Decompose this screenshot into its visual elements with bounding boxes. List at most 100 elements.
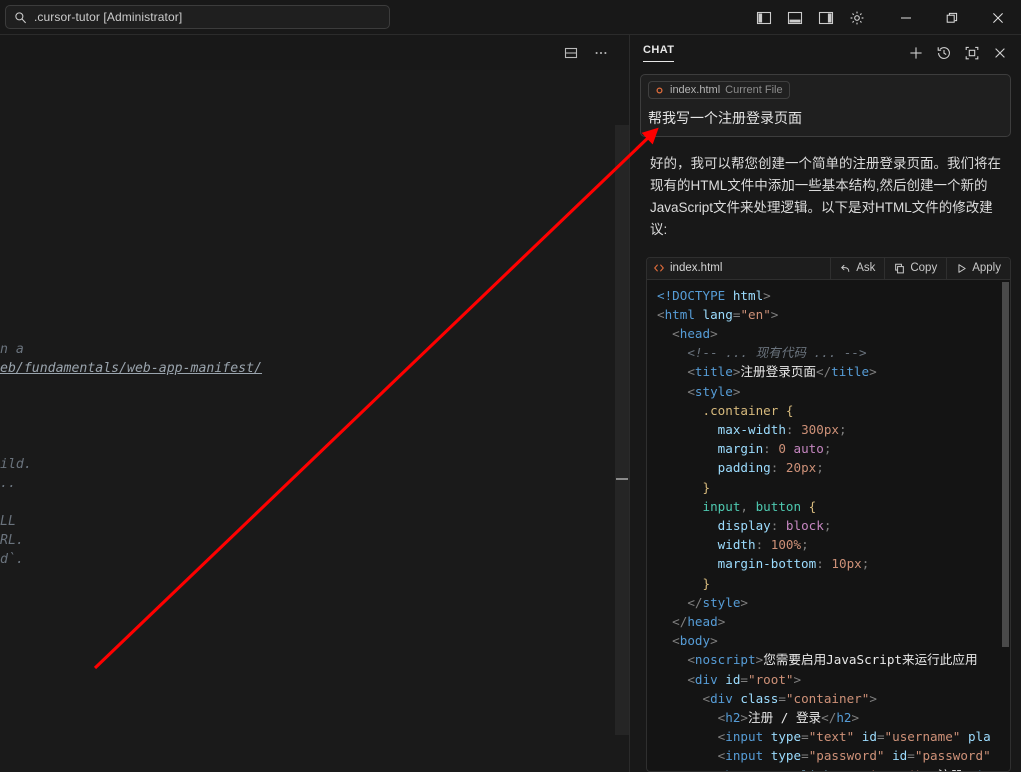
code-token: head [687,614,717,629]
code-token: ; [816,460,824,475]
editor-text-area[interactable]: n aeb/fundamentals/web-app-manifest/ild.… [0,70,629,772]
code-token: 您需要启用JavaScript来运行此应用 [763,652,977,667]
code-line: input, button { [647,497,1010,516]
code-line: width: 100%; [647,535,1010,554]
ask-button[interactable]: Ask [830,258,884,279]
code-token: < [657,710,725,725]
code-line: <noscript>您需要启用JavaScript来运行此应用 [647,650,1010,669]
code-token: ; [839,422,847,437]
ask-icon [840,263,851,274]
chat-input-text[interactable]: 帮我写一个注册登录页面 [648,108,1003,128]
code-token: ; [801,537,809,552]
chat-history-button[interactable] [931,41,957,65]
code-token: <!-- ... 现有代码 ... --> [657,345,867,360]
code-token: > [851,710,859,725]
code-token: h2 [836,710,851,725]
code-lines: <!DOCTYPE html><html lang="en"> <head> <… [647,286,1010,772]
toggle-primary-sidebar-button[interactable] [750,5,778,31]
code-line: <!DOCTYPE html> [647,286,1010,305]
code-token: margin [657,441,763,456]
code-line: <head> [647,324,1010,343]
chat-input-box[interactable]: index.html Current File 帮我写一个注册登录页面 [640,74,1011,137]
code-token: } [657,480,710,495]
apply-button[interactable]: Apply [946,258,1010,279]
code-token: pla [960,729,990,744]
history-icon [936,45,952,61]
code-token: style [703,595,741,610]
code-token: .container [657,403,778,418]
code-token: : [763,441,778,456]
editor-group: n aeb/fundamentals/web-app-manifest/ild.… [0,35,630,772]
code-line: <style> [647,382,1010,401]
close-window-button[interactable] [975,0,1021,35]
code-block-scrollbar[interactable] [1001,280,1010,772]
close-chat-button[interactable] [987,41,1013,65]
toggle-panel-icon [787,10,803,26]
maximize-chat-button[interactable] [959,41,985,65]
minimize-button[interactable] [883,0,929,35]
new-chat-button[interactable] [903,41,929,65]
editor-more-actions-button[interactable] [587,40,615,66]
more-actions-icon [593,45,609,61]
context-file-name: index.html [670,84,720,96]
code-token: "register()" [839,768,930,771]
ask-button-label: Ask [856,262,875,274]
code-token: ; [862,556,870,571]
code-block-scrollbar-thumb[interactable] [1002,282,1009,647]
copy-button[interactable]: Copy [884,258,946,279]
settings-button[interactable] [843,5,871,31]
code-token: > [869,691,877,706]
code-token: { [778,403,793,418]
code-line: max-width: 300px; [647,420,1010,439]
code-token: ; [824,518,832,533]
assistant-message: 好的，我可以帮您创建一个简单的注册登录页面。我们将在现有的HTML文件中添加一些… [640,153,1011,241]
workbench-body: n aeb/fundamentals/web-app-manifest/ild.… [0,35,1021,772]
editor-code-fragment: eb/fundamentals/web-app-manifest/ [0,359,262,378]
code-token: type [763,729,801,744]
titlebar-right-group [750,0,1021,35]
code-token: "text" [809,729,855,744]
editor-code-fragment: ild. [0,455,32,474]
command-center-search[interactable]: .cursor-tutor [Administrator] [5,5,390,29]
code-token: 注册 [938,768,963,771]
context-file-chip[interactable]: index.html Current File [648,81,790,99]
code-token: html [665,307,695,322]
code-token: html [733,288,763,303]
code-token: > [869,364,877,379]
code-token: > [718,614,726,629]
code-token: div [695,672,718,687]
code-token: id [718,672,741,687]
code-token: block [786,518,824,533]
toggle-secondary-sidebar-button[interactable] [812,5,840,31]
code-token: 注册 / 登录 [748,710,821,725]
scrollbar-marker [616,478,628,480]
code-token: id [885,748,908,763]
code-line: <button onclick="register()">注册</b [647,766,1010,771]
code-block-header: index.html Ask [647,258,1010,280]
code-line: } [647,478,1010,497]
code-block-content[interactable]: <!DOCTYPE html><html lang="en"> <head> <… [647,280,1010,772]
code-token: = [831,768,839,771]
code-token: > [763,288,771,303]
code-line: <input type="password" id="password" [647,746,1010,765]
split-editor-button[interactable] [557,40,585,66]
code-token: "container" [786,691,869,706]
toggle-panel-button[interactable] [781,5,809,31]
restore-button[interactable] [929,0,975,35]
code-token: < [657,384,695,399]
copy-button-label: Copy [910,262,937,274]
code-token: : [786,422,801,437]
code-token: 注册登录页面 [740,364,816,379]
apply-button-label: Apply [972,262,1001,274]
code-line: } [647,574,1010,593]
code-token: max-width [657,422,786,437]
code-token: margin-bottom [657,556,816,571]
code-token: = [801,748,809,763]
editor-vertical-scrollbar[interactable] [615,125,629,735]
code-token: "password" [915,748,991,763]
code-token: title [831,364,869,379]
toggle-primary-sidebar-icon [756,10,772,26]
code-token: < [657,768,725,771]
minimize-icon [900,12,912,24]
restore-icon [946,12,958,24]
